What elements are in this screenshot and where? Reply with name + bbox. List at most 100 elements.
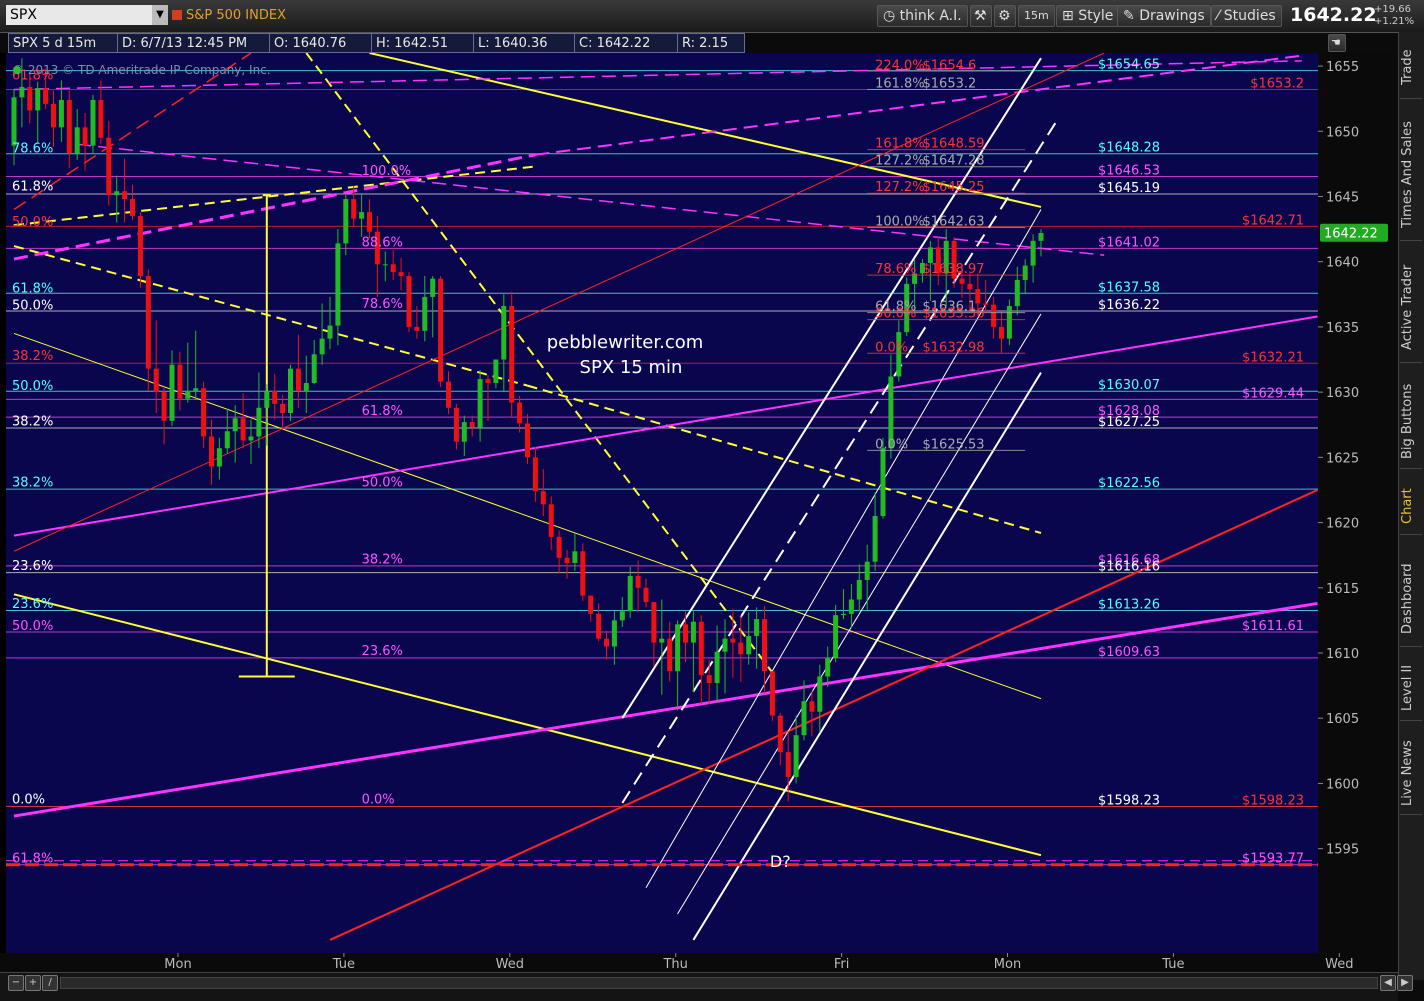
fib-label-left: 50.0% xyxy=(12,298,53,313)
candle-body xyxy=(232,418,238,432)
candle-body xyxy=(335,243,341,326)
candle-body xyxy=(809,701,815,712)
studies-icon: ⁄ xyxy=(1217,8,1220,24)
candle-body xyxy=(153,368,159,393)
candle-body xyxy=(999,326,1004,339)
pencil-icon: ✎ xyxy=(1123,8,1135,24)
tab-trade[interactable]: Trade xyxy=(1400,36,1422,99)
style-button[interactable]: ⊞ Style xyxy=(1056,5,1120,27)
level-price-label: $1611.61 xyxy=(1242,619,1304,634)
symbol-dropdown-button[interactable]: ▼ xyxy=(152,5,168,25)
symbol-input[interactable]: SPX xyxy=(6,5,152,25)
tab-level-ii[interactable]: Level II xyxy=(1400,656,1422,721)
tab-dashboard[interactable]: Dashboard xyxy=(1400,552,1422,647)
x-tick-label: Fri xyxy=(834,957,850,971)
tab-live-news[interactable]: Live News xyxy=(1400,732,1422,815)
draw-line-icon[interactable]: / xyxy=(42,975,58,991)
level-price-label: $1609.63 xyxy=(1098,645,1160,660)
candle-body xyxy=(280,403,286,413)
candle-body xyxy=(414,326,420,331)
candle-body xyxy=(1038,233,1044,241)
zoom-in-icon[interactable]: + xyxy=(25,975,41,991)
price-chart[interactable]: 61.8% 78.6% 61.8% 50.0% 61.8% 50.0% 38.2% 50.0%… xyxy=(0,53,1398,971)
level-price-label: $1632.21 xyxy=(1242,350,1304,365)
scroll-left-icon[interactable]: ◀ xyxy=(1380,975,1396,991)
y-tick-label: 1630 xyxy=(1326,386,1359,401)
y-tick-label: 1600 xyxy=(1326,777,1359,792)
gear-icon[interactable]: ⚙ xyxy=(994,5,1016,27)
candle-body xyxy=(738,642,744,655)
x-tick-label: Wed xyxy=(496,957,524,971)
level-price-label: $1613.26 xyxy=(1098,597,1160,612)
candle-body xyxy=(706,675,712,683)
think-ai-button[interactable]: ◷ think A.I. xyxy=(877,5,968,27)
candle-body xyxy=(406,276,412,327)
tab-active-trader[interactable]: Active Trader xyxy=(1400,252,1422,363)
candle-body xyxy=(398,272,404,277)
candle-body xyxy=(27,86,33,111)
candle-body xyxy=(311,354,317,383)
candle-body xyxy=(359,212,365,219)
candle xyxy=(406,272,412,333)
fib-label-mid: 61.8% xyxy=(362,404,403,419)
candle-body xyxy=(58,99,64,128)
interval-button[interactable]: 15m xyxy=(1018,5,1055,27)
candle-body xyxy=(209,436,214,467)
candle-body xyxy=(35,88,41,111)
y-tick-label: 1650 xyxy=(1326,125,1359,140)
candle-body xyxy=(817,676,823,712)
scroll-right-icon[interactable]: ▶ xyxy=(1397,975,1413,991)
level-price-label: $1654.65 xyxy=(1098,58,1160,73)
level-price-label: $1641.02 xyxy=(1098,235,1160,250)
tools-icon[interactable]: ⚒ xyxy=(970,5,992,27)
candle-body xyxy=(201,388,207,437)
candle-body xyxy=(382,264,388,266)
candle-body xyxy=(833,615,839,659)
info-close: C: 1642.22 xyxy=(574,33,678,53)
watermark-site: pebblewriter.com xyxy=(547,332,704,353)
candle-body xyxy=(1022,265,1028,280)
candle-body xyxy=(477,379,483,428)
candle-body xyxy=(453,407,459,442)
candle-body xyxy=(137,216,143,277)
x-tick-label: Tue xyxy=(1161,957,1184,971)
hand-icon[interactable]: ☚ xyxy=(1328,34,1346,52)
level-price-label: $1622.56 xyxy=(1098,476,1160,491)
zoom-out-icon[interactable]: − xyxy=(8,975,24,991)
candle-body xyxy=(1014,279,1020,307)
tab-times-and-sales[interactable]: Times And Sales xyxy=(1400,110,1422,241)
level-price-label: $1653.2 xyxy=(1250,77,1304,92)
drawings-button[interactable]: ✎ Drawings xyxy=(1117,5,1211,27)
candle-body xyxy=(106,137,112,196)
fib-label-left: 38.2% xyxy=(12,349,53,364)
change-percent: +1.21% xyxy=(1374,16,1415,27)
candle-body xyxy=(446,381,451,408)
level-price-label: $1598.23 xyxy=(1242,794,1304,809)
fib-label-mid: 38.2% xyxy=(362,553,403,568)
candle-body xyxy=(540,491,546,505)
candle-body xyxy=(1006,306,1012,339)
candle-body xyxy=(872,516,878,562)
fib-label-mid: 0.0% xyxy=(362,793,395,808)
y-tick-label: 1615 xyxy=(1326,582,1359,597)
fib-label-left: 23.6% xyxy=(12,597,53,612)
candle-body xyxy=(517,402,523,424)
candle-body xyxy=(604,638,609,647)
candle-body xyxy=(769,671,775,716)
candle-body xyxy=(485,379,491,383)
info-high: H: 1642.51 xyxy=(371,33,474,53)
studies-button[interactable]: ⁄ Studies xyxy=(1211,5,1282,27)
tab-chart[interactable]: Chart xyxy=(1400,478,1422,535)
candle-body xyxy=(367,212,372,232)
fib-label-mid: 50.0% xyxy=(362,476,403,491)
candle-body xyxy=(185,390,191,399)
change-absolute: +19.66 xyxy=(1374,4,1412,15)
horizontal-scrollbar[interactable] xyxy=(60,977,1378,989)
candle-body xyxy=(461,422,467,442)
tab-big-buttons[interactable]: Big Buttons xyxy=(1400,374,1422,469)
symbol-description: S&P 500 INDEX xyxy=(186,8,286,23)
candle-body xyxy=(856,579,862,600)
level-price-label: $1598.23 xyxy=(1098,794,1160,809)
fib-label-left: 61.8% xyxy=(12,851,53,866)
y-tick-label: 1645 xyxy=(1326,190,1359,205)
